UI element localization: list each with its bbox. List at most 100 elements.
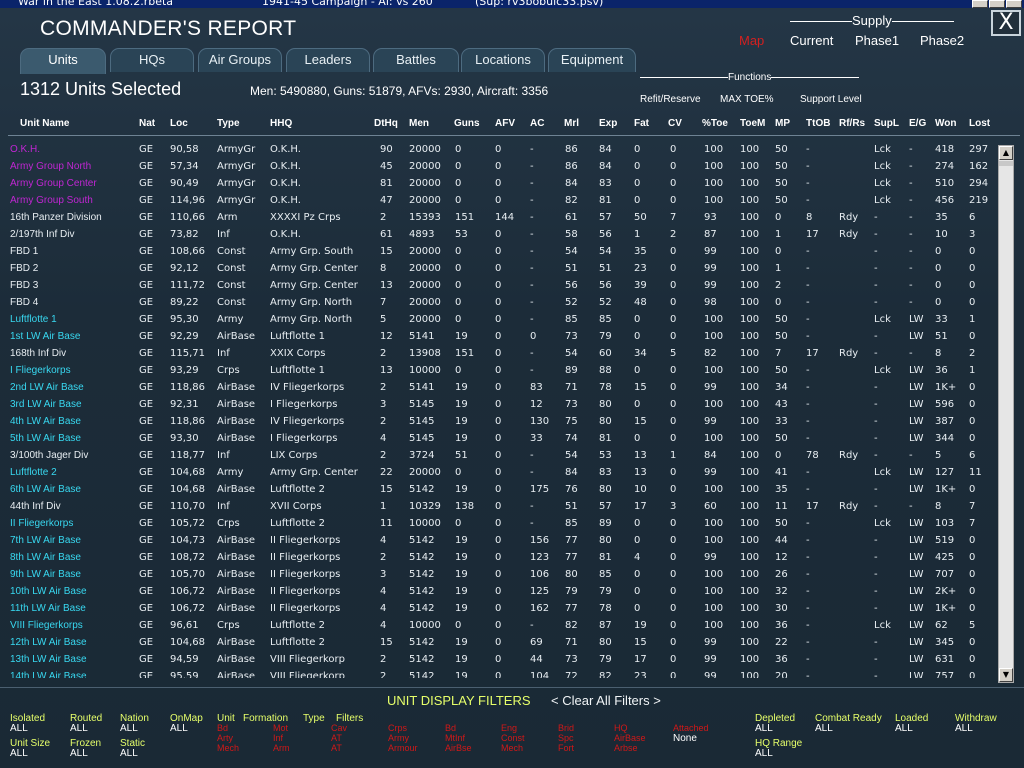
table-row[interactable]: 168th Inf Div GE 115,71 Inf XXIX Corps 2 13908… — [0, 346, 996, 363]
table-row[interactable]: Army Group South GE 114,96 ArmyGr O.K.H. 47 20… — [0, 193, 996, 210]
table-row[interactable]: 12th LW Air Base GE 104,68 AirBase Luftflott… — [0, 635, 996, 652]
cell-unit-name[interactable]: 6th LW Air Base — [10, 484, 81, 495]
table-row[interactable]: 7th LW Air Base GE 104,73 AirBase II Flieger… — [0, 533, 996, 550]
supply-phase2-button[interactable]: Phase2 — [920, 33, 964, 48]
filter-frozen-value[interactable]: ALL — [70, 748, 88, 759]
cell-unit-name[interactable]: 3rd LW Air Base — [10, 399, 82, 410]
col-header-supl[interactable]: SupL — [874, 118, 899, 129]
clear-all-filters-button[interactable]: < Clear All Filters > — [551, 693, 661, 708]
col-header-exp[interactable]: Exp — [599, 118, 617, 129]
filter-brigade-option[interactable]: Bd MtInf AirBse — [445, 723, 472, 753]
maximize-button[interactable] — [989, 0, 1005, 8]
table-row[interactable]: 11th LW Air Base GE 106,72 AirBase II Fliege… — [0, 601, 996, 618]
unit-table-scrollbar[interactable]: ▲ ▼ — [998, 145, 1014, 683]
filter-unit-size-value[interactable]: ALL — [10, 748, 28, 759]
cell-unit-name[interactable]: 7th LW Air Base — [10, 535, 81, 546]
table-row[interactable]: 3rd LW Air Base GE 92,31 AirBase I Fliegerko… — [0, 397, 996, 414]
col-header-fat[interactable]: Fat — [634, 118, 649, 129]
cell-unit-name[interactable]: O.K.H. — [10, 144, 40, 155]
cell-unit-name[interactable]: 16th Panzer Division — [10, 212, 102, 223]
cell-unit-name[interactable]: Army Group South — [10, 195, 93, 206]
col-header-mrl[interactable]: Mrl — [564, 118, 579, 129]
cell-unit-name[interactable]: 5th LW Air Base — [10, 433, 81, 444]
col-header-won[interactable]: Won — [935, 118, 956, 129]
tab-units[interactable]: Units — [20, 48, 106, 74]
filter-loaded-value[interactable]: ALL — [895, 723, 913, 734]
cell-unit-name[interactable]: 12th LW Air Base — [10, 637, 87, 648]
table-row[interactable]: 2/197th Inf Div GE 73,82 Inf O.K.H. 61 4893 53 0… — [0, 227, 996, 244]
cell-unit-name[interactable]: Luftflotte 1 — [10, 314, 57, 325]
table-row[interactable]: 13th LW Air Base GE 94,59 AirBase VIII Flieg… — [0, 652, 996, 669]
close-report-button[interactable]: X — [991, 10, 1021, 36]
table-row[interactable]: FBD 1 GE 108,66 Const Army Grp. South 15 20000… — [0, 244, 996, 261]
cell-unit-name[interactable]: 2/197th Inf Div — [10, 229, 74, 240]
cell-unit-name[interactable]: 3/100th Jager Div — [10, 450, 88, 461]
col-header-ttob[interactable]: TtOB — [806, 118, 830, 129]
tab-hqs[interactable]: HQs — [110, 48, 194, 72]
cell-unit-name[interactable]: 14th LW Air Base — [10, 671, 87, 678]
cell-unit-name[interactable]: 168th Inf Div — [10, 348, 66, 359]
filter-depleted-value[interactable]: ALL — [755, 723, 773, 734]
col-header-e-g[interactable]: E/G — [909, 118, 926, 129]
filter-corps-option[interactable]: Crps Army Armour — [388, 723, 418, 753]
table-row[interactable]: FBD 3 GE 111,72 Const Army Grp. Center 13 2000… — [0, 278, 996, 295]
cell-unit-name[interactable]: Army Group North — [10, 161, 91, 172]
supply-map-button[interactable]: Map — [739, 33, 764, 48]
cell-unit-name[interactable]: 44th Inf Div — [10, 501, 61, 512]
col-header-type[interactable]: Type — [217, 118, 240, 129]
filter-nation-value[interactable]: ALL — [120, 723, 138, 734]
filter-isolated-value[interactable]: ALL — [10, 723, 28, 734]
cell-unit-name[interactable]: II Fliegerkorps — [10, 518, 73, 529]
filter-routed-value[interactable]: ALL — [70, 723, 88, 734]
minimize-button[interactable] — [972, 0, 988, 8]
cell-unit-name[interactable]: FBD 3 — [10, 280, 38, 291]
cell-unit-name[interactable]: 11th LW Air Base — [10, 603, 86, 614]
cell-unit-name[interactable]: I Fliegerkorps — [10, 365, 71, 376]
cell-unit-name[interactable]: FBD 1 — [10, 246, 38, 257]
filter-withdraw-value[interactable]: ALL — [955, 723, 973, 734]
filter-attached-value[interactable]: None — [673, 733, 697, 744]
filter-hq-range-value[interactable]: ALL — [755, 748, 773, 759]
table-row[interactable]: O.K.H. GE 90,58 ArmyGr O.K.H. 90 20000 0 0 - 86 84 0… — [0, 142, 996, 159]
supply-phase1-button[interactable]: Phase1 — [855, 33, 899, 48]
table-row[interactable]: 2nd LW Air Base GE 118,86 AirBase IV Flieger… — [0, 380, 996, 397]
cell-unit-name[interactable]: 10th LW Air Base — [10, 586, 87, 597]
cell-unit-name[interactable]: Luftflotte 2 — [10, 467, 57, 478]
table-row[interactable]: 8th LW Air Base GE 108,72 AirBase II Flieger… — [0, 550, 996, 567]
cell-unit-name[interactable]: FBD 4 — [10, 297, 38, 308]
col-header-dthq[interactable]: DtHq — [374, 118, 398, 129]
table-row[interactable]: 6th LW Air Base GE 104,68 AirBase Luftflotte… — [0, 482, 996, 499]
col-header-afv[interactable]: AFV — [495, 118, 515, 129]
tab-battles[interactable]: Battles — [373, 48, 459, 72]
tab-leaders[interactable]: Leaders — [286, 48, 370, 72]
table-row[interactable]: 5th LW Air Base GE 93,30 AirBase I Fliegerko… — [0, 431, 996, 448]
col-header-toem[interactable]: ToeM — [740, 118, 765, 129]
table-row[interactable]: 14th LW Air Base GE 95,59 AirBase VIII Flieg… — [0, 669, 996, 678]
col-header-hhq[interactable]: HHQ — [270, 118, 292, 129]
table-row[interactable]: 4th LW Air Base GE 118,86 AirBase IV Flieger… — [0, 414, 996, 431]
filter-static-value[interactable]: ALL — [120, 748, 138, 759]
cell-unit-name[interactable]: FBD 2 — [10, 263, 38, 274]
table-row[interactable]: 44th Inf Div GE 110,70 Inf XVII Corps 1 10329 1… — [0, 499, 996, 516]
supply-current-button[interactable]: Current — [790, 33, 833, 48]
table-row[interactable]: VIII Fliegerkorps GE 96,61 Crps Luftflotte 2… — [0, 618, 996, 635]
table-row[interactable]: 1st LW Air Base GE 92,29 AirBase Luftflotte … — [0, 329, 996, 346]
table-row[interactable]: 9th LW Air Base GE 105,70 AirBase II Flieger… — [0, 567, 996, 584]
filter-hq-option[interactable]: HQ AirBase Arbse — [614, 723, 646, 753]
filter-bridge-option[interactable]: Brid Spc Fort — [558, 723, 574, 753]
cell-unit-name[interactable]: Army Group Center — [10, 178, 97, 189]
table-row[interactable]: FBD 4 GE 89,22 Const Army Grp. North 7 20000 0 0… — [0, 295, 996, 312]
table-row[interactable]: II Fliegerkorps GE 105,72 Crps Luftflotte 2 1… — [0, 516, 996, 533]
filter-type-option[interactable]: Cav AT AT — [331, 723, 347, 753]
table-row[interactable]: 3/100th Jager Div GE 118,77 Inf LIX Corps 2 37… — [0, 448, 996, 465]
cell-unit-name[interactable]: 2nd LW Air Base — [10, 382, 84, 393]
refit-reserve-button[interactable]: Refit/Reserve — [640, 94, 701, 105]
max-toe-button[interactable]: MAX TOE% — [720, 94, 774, 105]
col-header-cv[interactable]: CV — [668, 118, 682, 129]
table-row[interactable]: Luftflotte 1 GE 95,30 Army Army Grp. North 5 2… — [0, 312, 996, 329]
table-row[interactable]: 10th LW Air Base GE 106,72 AirBase II Fliege… — [0, 584, 996, 601]
cell-unit-name[interactable]: 9th LW Air Base — [10, 569, 81, 580]
col-header-mp[interactable]: MP — [775, 118, 790, 129]
table-row[interactable]: 16th Panzer Division GE 110,66 Arm XXXXI Pz … — [0, 210, 996, 227]
col-header-rf-rs[interactable]: Rf/Rs — [839, 118, 865, 129]
